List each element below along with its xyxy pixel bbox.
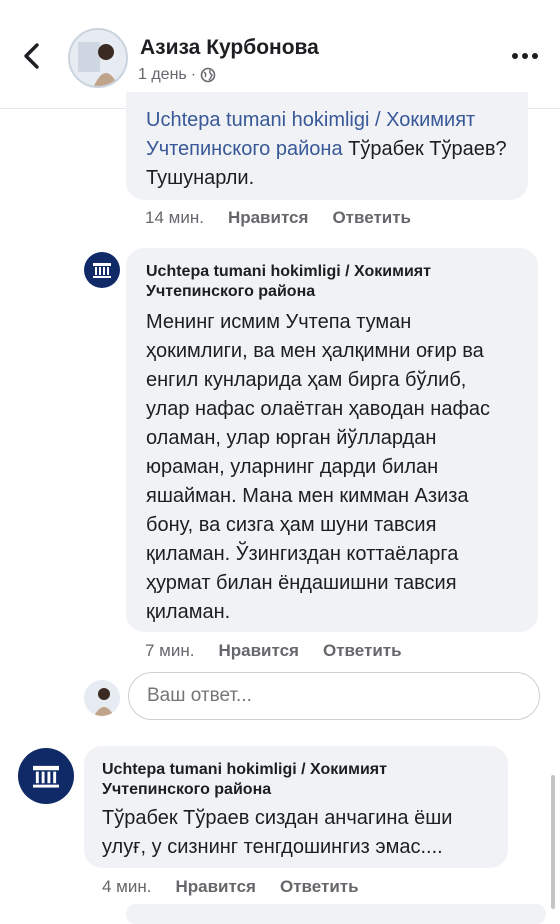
comment-actions: 4 мин. Нравится Ответить (102, 877, 359, 897)
comment-text: Менинг исмим Учтепа туман ҳокимлиги, ва … (146, 311, 491, 623)
next-comment-bubble (126, 904, 546, 924)
reply-button[interactable]: Ответить (323, 641, 402, 661)
page-avatar[interactable] (84, 252, 120, 288)
person-photo-icon (70, 30, 126, 86)
building-logo-icon (33, 765, 59, 788)
reply-input[interactable] (128, 672, 540, 720)
comment-actions: 14 мин. Нравится Ответить (145, 208, 411, 228)
meta-separator: · (190, 66, 197, 83)
page-avatar[interactable] (18, 748, 74, 804)
comment-bubble: Uchtepa tumani hokimligi / Хокимият Учте… (126, 92, 528, 200)
comment-bubble: Uchtepa tumani hokimligi / Хокимият Учте… (126, 248, 538, 632)
comment-time[interactable]: 7 мин. (145, 641, 194, 661)
post-meta: 1 день · (138, 66, 216, 84)
author-name[interactable]: Азиза Курбонова (140, 36, 319, 60)
person-photo-icon (84, 680, 120, 716)
post-time[interactable]: 1 день (138, 66, 187, 84)
author-avatar[interactable] (68, 28, 128, 88)
comment-author[interactable]: Uchtepa tumani hokimligi / Хокимият Учте… (146, 262, 516, 302)
more-horizontal-icon (512, 53, 538, 59)
comment-time[interactable]: 14 мин. (145, 208, 204, 228)
like-button[interactable]: Нравится (175, 877, 256, 897)
like-button[interactable]: Нравится (218, 641, 299, 661)
comment-text: Uchtepa tumani hokimligi / Хокимият Учте… (146, 106, 526, 193)
like-button[interactable]: Нравится (228, 208, 309, 228)
chevron-left-icon (24, 43, 39, 69)
globe-icon (200, 67, 216, 83)
scrollbar[interactable] (551, 775, 555, 909)
comment-author[interactable]: Uchtepa tumani hokimligi / Хокимият Учте… (102, 760, 482, 800)
user-avatar (84, 680, 120, 716)
building-logo-icon (93, 263, 111, 278)
more-button[interactable] (508, 46, 542, 66)
comment-text: Тўрабек Тўраев сиздан анчагина ёши улуғ,… (102, 807, 453, 858)
comment-actions: 7 мин. Нравится Ответить (145, 641, 402, 661)
comment-time[interactable]: 4 мин. (102, 877, 151, 897)
back-button[interactable] (18, 38, 48, 74)
reply-button[interactable]: Ответить (332, 208, 411, 228)
reply-button[interactable]: Ответить (280, 877, 359, 897)
comment-bubble: Uchtepa tumani hokimligi / Хокимият Учте… (84, 746, 508, 868)
